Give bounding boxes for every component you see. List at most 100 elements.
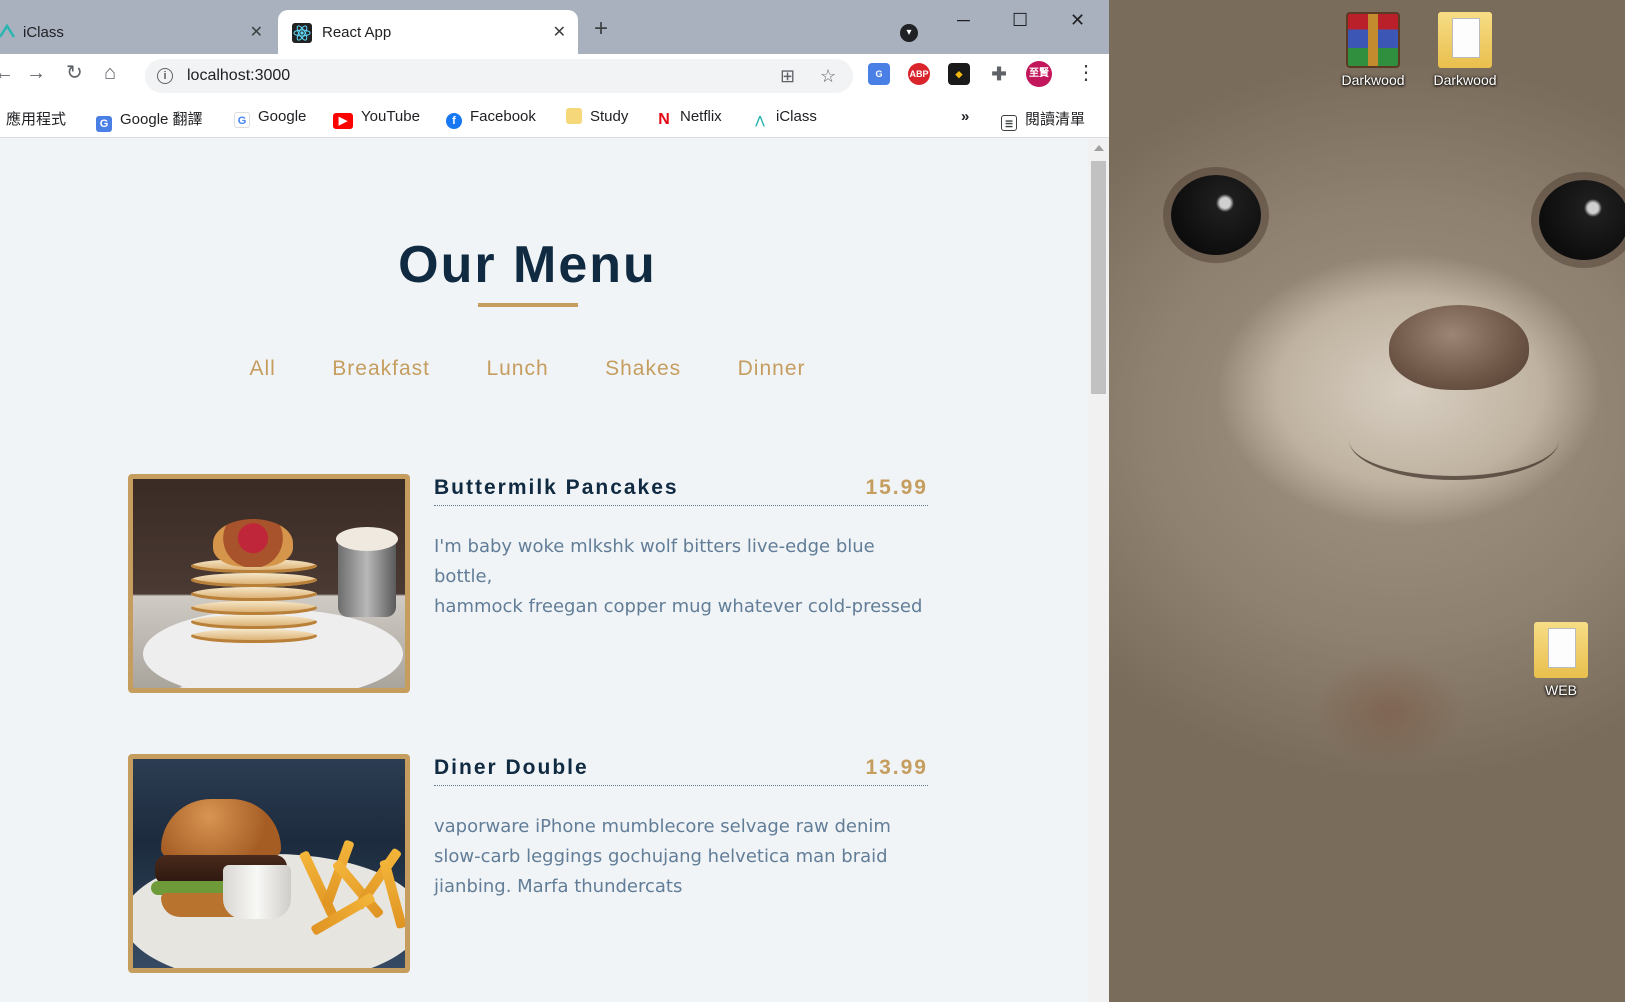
- page-scrollbar[interactable]: [1088, 139, 1109, 1002]
- category-filters: All Breakfast Lunch Shakes Dinner: [0, 357, 1055, 381]
- close-tab-icon[interactable]: ✕: [553, 22, 566, 42]
- item-info: Diner Double 13.99 vaporware iPhone mumb…: [434, 754, 928, 902]
- desktop-icon-web-folder[interactable]: WEB: [1519, 622, 1603, 698]
- extension-cube-icon[interactable]: ◆: [948, 63, 970, 85]
- google-translate-extension-icon[interactable]: G: [868, 63, 890, 85]
- scroll-up-arrow-icon[interactable]: [1094, 145, 1104, 151]
- pancakes-photo: [128, 474, 410, 693]
- new-tab-icon[interactable]: +: [594, 17, 608, 41]
- folder-icon: [1438, 12, 1492, 68]
- tab-title: React App: [322, 24, 392, 41]
- item-header: Buttermilk Pancakes 15.99: [434, 474, 928, 506]
- burger-photo: [128, 754, 410, 973]
- url-text: localhost:3000: [187, 67, 291, 84]
- filter-all-button[interactable]: All: [249, 357, 275, 381]
- minimize-icon[interactable]: ─: [957, 10, 970, 31]
- google-icon: G: [234, 112, 250, 128]
- forward-icon[interactable]: →: [26, 63, 46, 83]
- filter-breakfast-button[interactable]: Breakfast: [332, 357, 430, 381]
- bookmark-label: Netflix: [680, 108, 722, 125]
- bookmarks-overflow-icon[interactable]: »: [961, 108, 969, 125]
- reading-list-icon: ☰: [1001, 115, 1017, 131]
- bookmark-label: Google 翻譯: [120, 111, 203, 128]
- otter-eye-right: [1539, 180, 1625, 260]
- item-price: 15.99: [865, 476, 928, 499]
- item-info: Buttermilk Pancakes 15.99 I'm baby woke …: [434, 474, 928, 622]
- google-translate-icon: G: [96, 116, 112, 132]
- netflix-icon: N: [658, 111, 670, 128]
- item-description: I'm baby woke mlkshk wolf bitters live-e…: [434, 532, 928, 622]
- adblock-plus-icon[interactable]: ABP: [908, 63, 930, 85]
- desktop-wallpaper: Darkwood Darkwood WEB: [1109, 0, 1625, 1002]
- tab-strip: iClass ✕ React App ✕ + ▾ ─ ☐ ✕: [0, 0, 1109, 54]
- maximize-icon[interactable]: ☐: [1012, 10, 1028, 31]
- iclass-icon: ⋀: [755, 115, 765, 127]
- item-description-line: slow-carb leggings gochujang helvetica m…: [434, 846, 888, 867]
- folder-icon: [1534, 622, 1588, 678]
- desktop-icon-darkwood-folder[interactable]: Darkwood: [1423, 12, 1507, 88]
- reading-list[interactable]: ☰ 閱讀清單: [1001, 108, 1085, 131]
- item-name: Buttermilk Pancakes: [434, 476, 679, 499]
- otter-mouth: [1349, 400, 1559, 480]
- page-content: Our Menu All Breakfast Lunch Shakes Dinn…: [0, 139, 1088, 1002]
- bookmark-netflix[interactable]: N Netflix: [656, 108, 722, 128]
- tab-search-icon[interactable]: ▾: [900, 24, 918, 42]
- bookmark-star-icon[interactable]: ☆: [820, 66, 836, 87]
- menu-item: Diner Double 13.99 vaporware iPhone mumb…: [128, 754, 928, 974]
- filter-dinner-button[interactable]: Dinner: [738, 357, 806, 381]
- menu-item: Buttermilk Pancakes 15.99 I'm baby woke …: [128, 474, 928, 694]
- youtube-icon: ▶: [333, 113, 353, 129]
- bookmark-youtube[interactable]: ▶ YouTube: [333, 108, 420, 129]
- item-header: Diner Double 13.99: [434, 754, 928, 786]
- desktop-icon-label: WEB: [1545, 682, 1577, 698]
- bookmark-label: 應用程式: [6, 111, 67, 128]
- bookmark-label: YouTube: [361, 108, 420, 125]
- bookmark-iclass[interactable]: ⋀ iClass: [752, 108, 817, 129]
- folder-icon: [566, 108, 582, 124]
- filter-lunch-button[interactable]: Lunch: [486, 357, 548, 381]
- bookmark-google[interactable]: G Google: [234, 108, 306, 128]
- item-description-line: jianbing. Marfa thundercats: [434, 876, 683, 897]
- otter-nose: [1389, 305, 1529, 390]
- bookmark-facebook[interactable]: f Facebook: [446, 108, 536, 129]
- browser-window: iClass ✕ React App ✕ + ▾ ─ ☐ ✕ ← → ↻ ⌂ i…: [0, 0, 1109, 1002]
- item-description-line: vaporware iPhone mumblecore selvage raw …: [434, 816, 891, 837]
- facebook-icon: f: [446, 113, 462, 129]
- otter-eye-left: [1171, 175, 1261, 255]
- item-name: Diner Double: [434, 756, 589, 779]
- item-description: vaporware iPhone mumblecore selvage raw …: [434, 812, 928, 902]
- bookmark-study[interactable]: Study: [566, 108, 628, 125]
- bookmark-google-translate[interactable]: G Google 翻譯: [96, 108, 203, 132]
- bookmark-label: Facebook: [470, 108, 536, 125]
- tab-react-app[interactable]: React App ✕: [278, 10, 578, 54]
- site-info-icon[interactable]: i: [157, 68, 173, 84]
- reload-icon[interactable]: ↻: [66, 63, 83, 83]
- profile-avatar[interactable]: 至賢: [1026, 61, 1052, 87]
- bookmark-apps[interactable]: 應用程式: [0, 108, 66, 129]
- bookmark-label: Google: [258, 108, 307, 125]
- page-title: Our Menu: [398, 236, 657, 294]
- extensions-puzzle-icon[interactable]: ✚: [988, 63, 1010, 85]
- filter-shakes-button[interactable]: Shakes: [605, 357, 681, 381]
- tab-title: iClass: [23, 24, 64, 41]
- close-window-icon[interactable]: ✕: [1070, 10, 1085, 31]
- react-icon: [292, 23, 312, 43]
- translate-icon[interactable]: ⊞: [780, 66, 795, 87]
- bookmarks-bar: 應用程式 G Google 翻譯 G Google ▶ YouTube f Facebo…: [0, 96, 1109, 138]
- browser-toolbar: ← → ↻ ⌂ i localhost:3000 ⊞ ☆ G ABP ◆ ✚ 至…: [0, 54, 1109, 96]
- iclass-icon: [0, 23, 16, 41]
- desktop-icon-label: Darkwood: [1433, 72, 1497, 88]
- close-tab-icon[interactable]: ✕: [250, 22, 263, 42]
- browser-menu-icon[interactable]: ⋮: [1076, 63, 1096, 83]
- home-icon[interactable]: ⌂: [104, 63, 116, 83]
- item-price: 13.99: [865, 756, 928, 779]
- address-bar[interactable]: i localhost:3000 ⊞ ☆: [145, 59, 853, 93]
- reading-list-label: 閱讀清單: [1025, 111, 1086, 128]
- desktop-icon-darkwood-archive[interactable]: Darkwood: [1331, 12, 1415, 88]
- back-icon[interactable]: ←: [0, 63, 14, 83]
- tab-iclass[interactable]: iClass ✕: [0, 10, 275, 54]
- scrollbar-thumb[interactable]: [1091, 161, 1106, 394]
- item-description-line: I'm baby woke mlkshk wolf bitters live-e…: [434, 536, 875, 587]
- bookmark-label: Study: [590, 108, 629, 125]
- bookmark-label: iClass: [776, 108, 817, 125]
